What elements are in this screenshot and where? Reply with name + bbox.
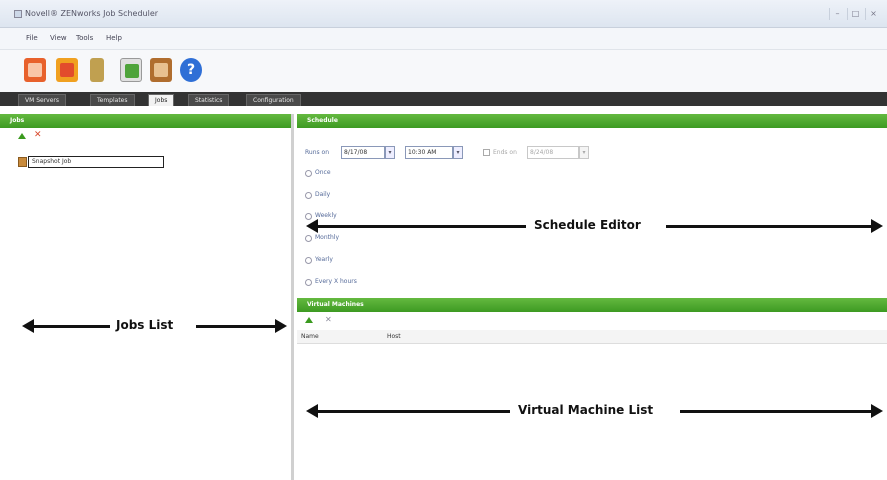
vm-list-annotation: Virtual Machine List — [518, 403, 654, 417]
add-job-icon[interactable] — [18, 133, 26, 139]
maximize-button[interactable]: □ — [847, 8, 863, 20]
save-icon[interactable] — [24, 58, 46, 82]
tab-configuration[interactable]: Configuration — [246, 94, 301, 106]
schedule-arrow-right-head — [871, 219, 883, 233]
add-vm-icon[interactable] — [305, 317, 313, 323]
remove-vm-icon[interactable]: ✕ — [325, 315, 332, 324]
radio-yearly[interactable] — [305, 257, 312, 264]
menu-help[interactable]: Help — [106, 34, 122, 42]
help-icon[interactable]: ? — [180, 58, 202, 82]
job-name-field[interactable]: Snapshot Job — [28, 156, 164, 168]
menu-file[interactable]: File — [26, 34, 38, 42]
start-time-field[interactable]: 10:30 AM — [405, 146, 453, 159]
spreadsheet-icon[interactable] — [120, 58, 142, 82]
col-name[interactable]: Name — [301, 333, 319, 340]
vm-arrow-left-line — [316, 410, 510, 413]
weekly-label: Weekly — [315, 212, 337, 219]
vm-table-header: Name Host — [297, 330, 887, 344]
jobs-arrow-right-line — [196, 325, 276, 328]
minimize-button[interactable]: – — [829, 8, 845, 20]
schedule-header: Schedule — [297, 114, 887, 128]
start-time-spinner[interactable]: ▾ — [453, 146, 463, 159]
job-icon — [18, 157, 27, 167]
radio-once[interactable] — [305, 170, 312, 177]
close-button[interactable]: × — [865, 8, 881, 20]
menu-bar: File View Tools Help — [0, 28, 887, 50]
tab-vm-servers[interactable]: VM Servers — [18, 94, 66, 106]
radio-daily[interactable] — [305, 192, 312, 199]
ends-label: Ends on — [493, 149, 517, 156]
radio-monthly[interactable] — [305, 235, 312, 242]
start-date-field[interactable]: 8/17/08 — [341, 146, 385, 159]
start-date-spinner[interactable]: ▾ — [385, 146, 395, 159]
schedule-arrow-left-line — [316, 225, 526, 228]
jobs-panel: Jobs ✕ Snapshot Job — [0, 114, 294, 480]
jobs-list-annotation: Jobs List — [116, 318, 174, 332]
title-bar: Novell® ZENworks Job Scheduler – □ × — [0, 0, 887, 28]
radio-hourly[interactable] — [305, 279, 312, 286]
jobs-toolbar: ✕ — [0, 128, 291, 146]
vm-arrow-right-head — [871, 404, 883, 418]
end-date-field[interactable]: 8/24/08 — [527, 146, 579, 159]
vm-toolbar: ✕ — [297, 312, 887, 330]
vm-icon[interactable] — [150, 58, 172, 82]
schedule-editor-annotation: Schedule Editor — [534, 218, 641, 232]
calendar-icon[interactable] — [56, 58, 78, 82]
col-host[interactable]: Host — [387, 333, 401, 340]
menu-tools[interactable]: Tools — [76, 34, 93, 42]
vm-panel: Virtual Machines ✕ Name Host — [297, 298, 887, 480]
delete-job-icon[interactable]: ✕ — [34, 130, 42, 140]
daily-label: Daily — [315, 191, 331, 198]
jobs-arrow-left-line — [32, 325, 110, 328]
schedule-arrow-right-line — [666, 225, 872, 228]
jobs-arrow-right-head — [275, 319, 287, 333]
yearly-label: Yearly — [315, 256, 333, 263]
battery-icon[interactable] — [90, 58, 104, 82]
tab-jobs[interactable]: Jobs — [148, 94, 175, 106]
monthly-label: Monthly — [315, 234, 340, 241]
tab-statistics[interactable]: Statistics — [188, 94, 230, 106]
tab-bar: VM Servers Templates Jobs Statistics Con… — [0, 92, 887, 106]
tab-templates[interactable]: Templates — [90, 94, 135, 106]
app-icon — [14, 10, 22, 18]
end-date-spinner[interactable]: ▾ — [579, 146, 589, 159]
menu-view[interactable]: View — [50, 34, 67, 42]
schedule-panel: Schedule Runs on 8/17/08 ▾ 10:30 AM ▾ En… — [297, 114, 887, 298]
window-title: Novell® ZENworks Job Scheduler — [25, 9, 159, 18]
hourly-label: Every X hours — [315, 278, 357, 285]
runs-on-label: Runs on — [305, 149, 330, 156]
vm-arrow-right-line — [680, 410, 872, 413]
once-label: Once — [315, 169, 331, 176]
ends-checkbox[interactable] — [483, 149, 490, 156]
jobs-header: Jobs — [0, 114, 291, 128]
main-toolbar: ? — [0, 50, 887, 92]
vm-header: Virtual Machines — [297, 298, 887, 312]
